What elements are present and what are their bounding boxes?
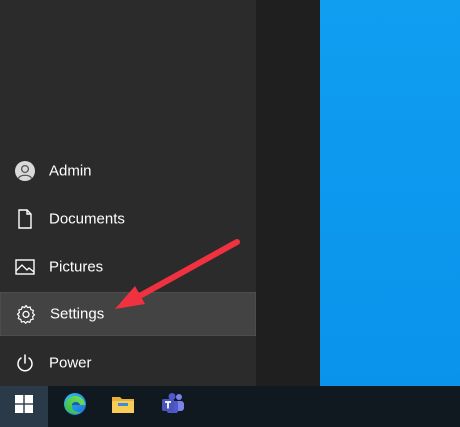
pictures-button[interactable]: Pictures bbox=[0, 245, 256, 289]
picture-icon bbox=[14, 256, 36, 278]
edge-icon bbox=[62, 391, 88, 422]
taskbar-app-teams[interactable] bbox=[149, 386, 197, 427]
power-icon bbox=[14, 352, 36, 374]
taskbar bbox=[0, 386, 460, 427]
desktop-background[interactable] bbox=[320, 0, 460, 386]
settings-button[interactable]: Settings bbox=[0, 292, 256, 336]
taskbar-app-file-explorer[interactable] bbox=[99, 386, 147, 427]
folder-icon bbox=[111, 394, 135, 419]
teams-icon bbox=[160, 392, 186, 421]
settings-label: Settings bbox=[50, 305, 105, 323]
document-icon bbox=[14, 208, 36, 230]
user-account-button[interactable]: Admin bbox=[0, 149, 256, 193]
user-avatar-icon bbox=[14, 160, 36, 182]
taskbar-app-edge[interactable] bbox=[51, 386, 99, 427]
start-menu-rail: Admin Documents Pictures Settings Power bbox=[0, 0, 256, 386]
documents-button[interactable]: Documents bbox=[0, 197, 256, 241]
start-menu: Admin Documents Pictures Settings Power bbox=[0, 0, 320, 386]
power-button[interactable]: Power bbox=[0, 341, 256, 385]
screen: Admin Documents Pictures Settings Power bbox=[0, 0, 460, 427]
documents-label: Documents bbox=[49, 210, 125, 228]
pictures-label: Pictures bbox=[49, 258, 104, 276]
user-name: Admin bbox=[49, 162, 92, 180]
gear-icon bbox=[15, 303, 37, 325]
windows-logo-icon bbox=[15, 395, 33, 418]
power-label: Power bbox=[49, 354, 92, 372]
start-button[interactable] bbox=[0, 386, 48, 427]
